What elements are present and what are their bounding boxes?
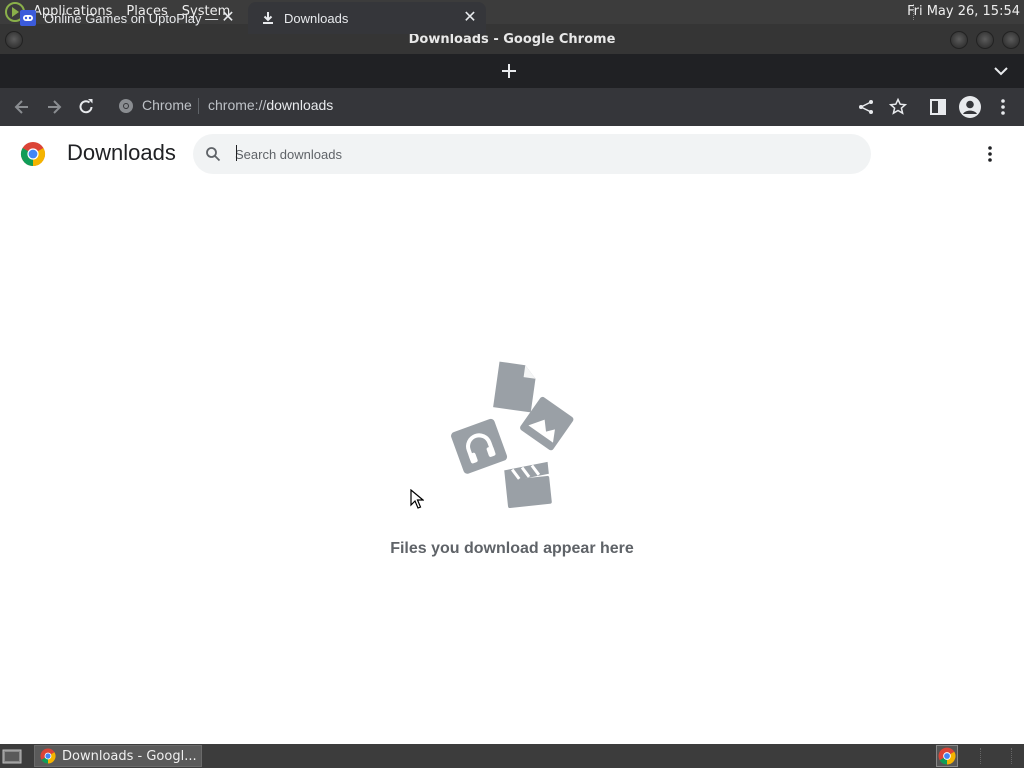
clock[interactable]: Fri May 26, 15:54 xyxy=(907,0,1020,24)
share-icon[interactable] xyxy=(856,97,876,117)
downloads-search[interactable] xyxy=(193,134,871,174)
close-tab-icon[interactable]: ✕ xyxy=(462,10,478,26)
tray-chrome-icon[interactable] xyxy=(936,745,958,767)
show-desktop-icon[interactable] xyxy=(2,747,22,765)
forward-arrow-icon[interactable] xyxy=(44,97,64,117)
search-input[interactable] xyxy=(235,143,835,165)
window-title: Downloads - Google Chrome xyxy=(408,32,616,47)
close-window-button[interactable] xyxy=(1002,31,1020,49)
side-panel-icon[interactable] xyxy=(928,97,948,117)
back-arrow-icon[interactable] xyxy=(12,97,32,117)
taskbar-task-label: Downloads - Googl... xyxy=(62,748,197,764)
page-title: Downloads xyxy=(67,140,176,165)
text-caret xyxy=(236,145,237,161)
taskbar-task-chrome[interactable]: Downloads - Googl... xyxy=(34,745,202,767)
document-file-icon xyxy=(493,361,536,413)
chrome-menu-icon[interactable] xyxy=(993,97,1013,117)
chrome-logo-icon xyxy=(20,142,46,166)
audio-file-icon xyxy=(451,418,508,474)
tab-title: Online Games on UptoPlay — xyxy=(44,10,219,26)
omnibox-divider xyxy=(198,98,199,114)
tab-title: Downloads xyxy=(284,10,349,26)
reload-icon[interactable] xyxy=(76,97,96,117)
tab-search-chevron-icon[interactable] xyxy=(992,64,1010,78)
minimize-button[interactable] xyxy=(950,31,968,49)
url-text: chrome://downloads xyxy=(208,97,333,113)
video-clapperboard-icon xyxy=(504,461,552,508)
url-scheme: chrome:// xyxy=(208,97,267,113)
close-tab-icon[interactable]: ✕ xyxy=(220,10,236,26)
chrome-site-icon[interactable] xyxy=(118,98,134,114)
workspace-switcher[interactable] xyxy=(980,748,1012,764)
chrome-logo-icon xyxy=(40,748,56,764)
more-actions-icon[interactable] xyxy=(980,144,1000,164)
maximize-button[interactable] xyxy=(976,31,994,49)
uptoplay-favicon-icon xyxy=(20,10,36,26)
tab-downloads[interactable]: Downloads ✕ xyxy=(248,2,486,34)
empty-downloads-illustration xyxy=(451,361,574,508)
search-icon xyxy=(206,147,221,162)
site-chip-label: Chrome xyxy=(142,97,192,113)
profile-avatar-icon[interactable] xyxy=(958,95,982,119)
address-bar[interactable]: Chrome chrome://downloads xyxy=(112,93,894,119)
mouse-pointer-icon xyxy=(410,489,424,509)
download-icon xyxy=(263,12,273,24)
chrome-logo-icon xyxy=(938,747,956,765)
new-tab-plus-icon[interactable] xyxy=(499,61,519,81)
bookmark-star-icon[interactable] xyxy=(888,97,908,117)
url-host: downloads xyxy=(266,97,334,113)
tab-uptoplay[interactable]: Online Games on UptoPlay — ✕ xyxy=(8,2,244,34)
empty-state-message: Files you download appear here xyxy=(390,540,634,557)
